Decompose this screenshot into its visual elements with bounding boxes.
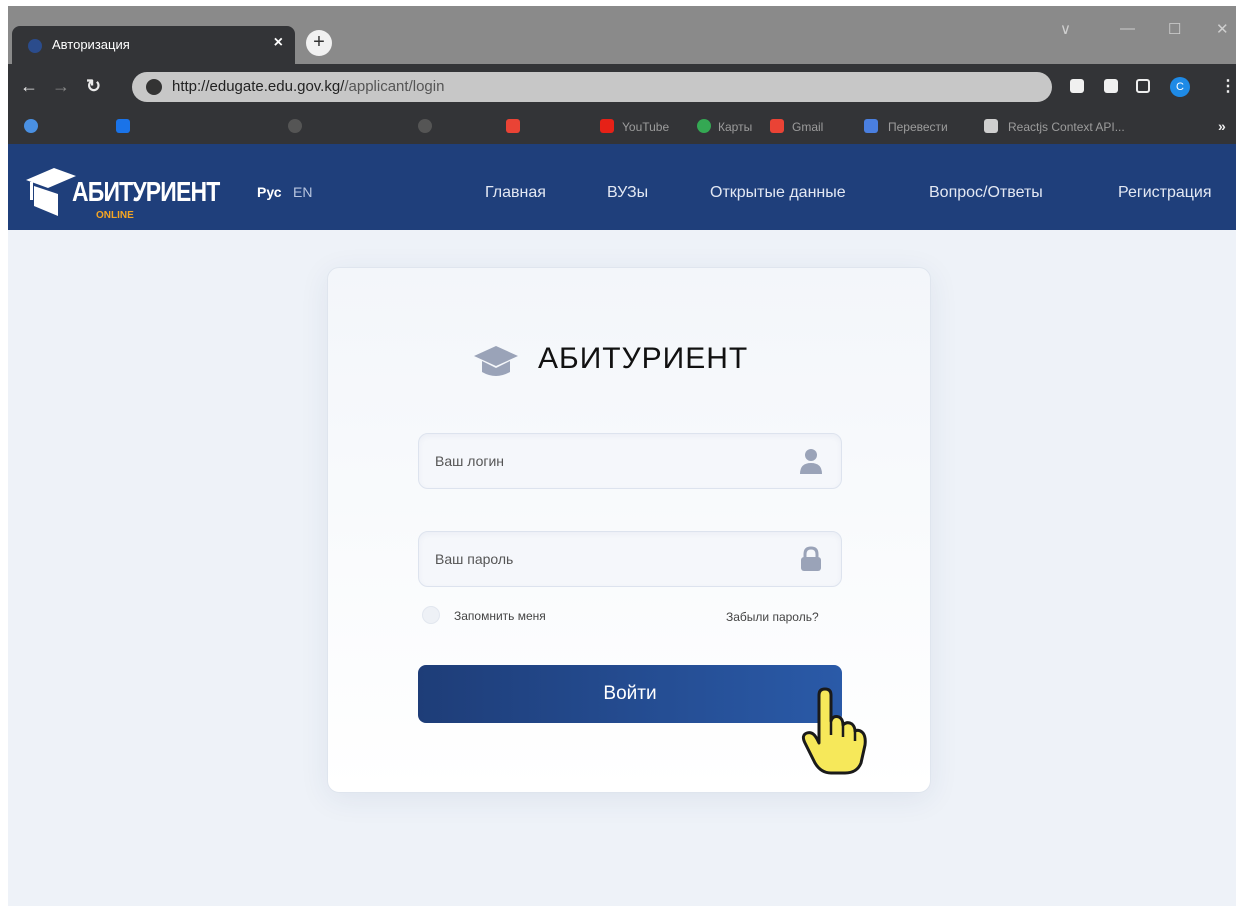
nav-open-data[interactable]: Открытые данные: [710, 184, 846, 202]
bookmark-globe-icon[interactable]: [288, 119, 302, 133]
login-field[interactable]: [418, 433, 842, 489]
bookmark-youtube[interactable]: YouTube: [622, 120, 669, 134]
more-bookmarks-icon[interactable]: »: [1218, 118, 1226, 134]
browser-menu-icon[interactable]: ⋮: [1220, 76, 1236, 96]
reload-icon[interactable]: ↻: [86, 76, 101, 97]
lang-en-link[interactable]: EN: [293, 184, 312, 200]
minimize-icon[interactable]: —: [1120, 20, 1135, 37]
bookmark-translate[interactable]: Перевести: [888, 120, 948, 134]
site-info-icon[interactable]: [146, 79, 162, 95]
react-icon[interactable]: [984, 119, 998, 133]
remember-me-label[interactable]: Запомнить меня: [454, 609, 546, 623]
password-input[interactable]: [435, 532, 785, 586]
pointer-hand-cursor-icon: [801, 687, 867, 775]
tab-title: Авторизация: [52, 37, 130, 52]
login-submit-button[interactable]: Войти: [418, 665, 842, 723]
tab-strip: Авторизация × + ∨ — ☐ ✕: [8, 6, 1236, 64]
tab-close-icon[interactable]: ×: [274, 34, 283, 52]
forward-arrow-icon[interactable]: →: [52, 76, 70, 97]
bookmarks-bar: YouTube Карты Gmail Перевести Reactjs Co…: [8, 110, 1236, 144]
address-bar[interactable]: http://edugate.edu.gov.kg//applicant/log…: [132, 72, 1052, 102]
nav-faq[interactable]: Вопрос/Ответы: [929, 184, 1043, 202]
logo-online-text: ONLINE: [96, 210, 134, 221]
extensions-puzzle-icon[interactable]: [1104, 79, 1118, 93]
site-logo-text[interactable]: АБИТУРИЕНТ: [72, 176, 220, 208]
translate-icon[interactable]: [864, 119, 878, 133]
nav-registration[interactable]: Регистрация: [1118, 184, 1212, 202]
new-tab-button[interactable]: +: [306, 30, 332, 56]
logo-graduation-cap-icon[interactable]: [24, 160, 76, 216]
bookmark-maps[interactable]: Карты: [718, 120, 752, 134]
maximize-icon[interactable]: ☐: [1168, 20, 1181, 38]
graduation-cap-icon: [474, 346, 518, 376]
password-field[interactable]: [418, 531, 842, 587]
nav-home[interactable]: Главная: [485, 184, 546, 202]
profile-avatar[interactable]: C: [1170, 77, 1190, 97]
lock-icon: [801, 546, 821, 571]
youtube-icon[interactable]: [600, 119, 614, 133]
forgot-password-link[interactable]: Забыли пароль?: [726, 610, 819, 624]
site-favicon-icon: [28, 39, 42, 53]
maps-icon[interactable]: [697, 119, 711, 133]
browser-tab[interactable]: Авторизация ×: [12, 26, 295, 64]
login-title: АБИТУРИЕНТ: [538, 342, 749, 375]
browser-toolbar: ← → ↻ http://edugate.edu.gov.kg//applica…: [8, 64, 1236, 110]
login-input[interactable]: [435, 434, 785, 488]
side-panel-icon[interactable]: [1136, 79, 1150, 93]
url-text: http://edugate.edu.gov.kg//applicant/log…: [172, 78, 445, 95]
remember-me-checkbox[interactable]: [422, 606, 440, 624]
extension-doc-icon[interactable]: [1070, 79, 1084, 93]
user-icon: [800, 449, 822, 474]
tab-search-icon[interactable]: ∨: [1060, 20, 1071, 38]
nav-universities[interactable]: ВУЗы: [607, 184, 648, 202]
gmail-icon[interactable]: [770, 119, 784, 133]
login-card-header: АБИТУРИЕНТ: [474, 340, 804, 384]
lang-ru-link[interactable]: Рус: [257, 184, 282, 200]
bookmark-react-context[interactable]: Reactjs Context API...: [1008, 120, 1125, 134]
bookmark-gmail-icon[interactable]: [506, 119, 520, 133]
bookmark-globe-icon[interactable]: [418, 119, 432, 133]
bookmark-gmail[interactable]: Gmail: [792, 120, 823, 134]
site-header: АБИТУРИЕНТ ONLINE Рус EN Главная ВУЗы От…: [8, 144, 1236, 230]
back-arrow-icon[interactable]: ←: [20, 76, 38, 97]
browser-window: Авторизация × + ∨ — ☐ ✕ ← → ↻ http://edu…: [8, 6, 1236, 906]
bookmark-mail-icon[interactable]: [24, 119, 38, 133]
bookmark-search-icon[interactable]: [116, 119, 130, 133]
window-close-icon[interactable]: ✕: [1216, 20, 1229, 38]
